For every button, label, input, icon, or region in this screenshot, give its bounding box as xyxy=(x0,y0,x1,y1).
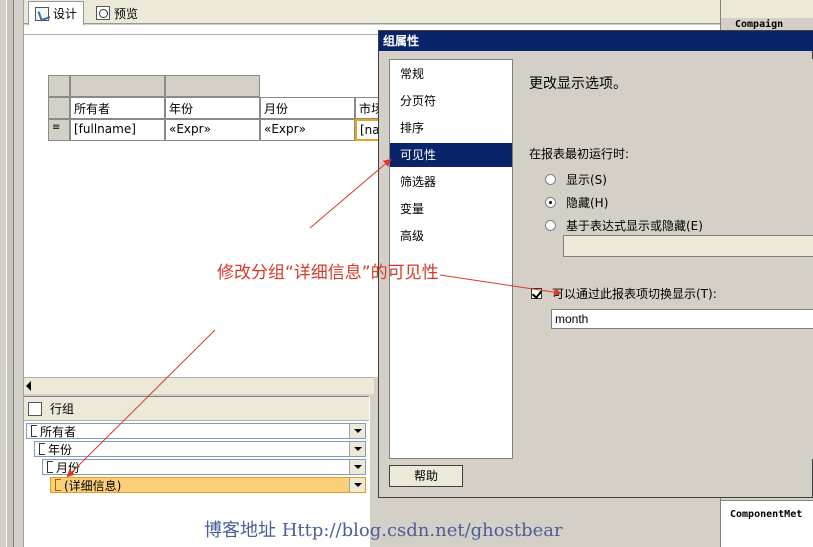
radio-expression-circle-icon[interactable] xyxy=(545,220,556,231)
horizontal-scrollbar[interactable] xyxy=(24,377,374,394)
nav-item-advanced[interactable]: 高级 xyxy=(390,224,512,248)
radio-hide-label: 隐藏(H) xyxy=(566,196,609,210)
radio-hide[interactable]: 隐藏(H) xyxy=(545,194,608,211)
nav-item-sorting[interactable]: 排序 xyxy=(390,116,512,140)
expression-input[interactable] xyxy=(563,235,813,257)
group-bracket-icon xyxy=(31,425,37,437)
scroll-left-arrow-icon[interactable] xyxy=(26,381,31,391)
group-item-label: (详细信息) xyxy=(64,478,122,493)
radio-show[interactable]: 显示(S) xyxy=(545,171,607,188)
tab-design-label: 设计 xyxy=(53,7,78,21)
chevron-down-icon[interactable] xyxy=(349,478,365,492)
radio-show-circle-icon[interactable] xyxy=(545,174,556,185)
preview-icon xyxy=(96,6,110,20)
nav-item-visibility[interactable]: 可见性 xyxy=(390,143,512,167)
initial-visibility-label: 在报表最初运行时: xyxy=(529,147,630,161)
radio-show-label: 显示(S) xyxy=(566,173,607,187)
group-item-label: 所有者 xyxy=(40,424,77,439)
help-button[interactable]: 帮助 xyxy=(389,465,463,487)
radio-hide-circle-icon[interactable] xyxy=(545,197,556,208)
tablix-corner[interactable] xyxy=(48,75,70,97)
row-groups-header: 行组 xyxy=(24,397,374,421)
radio-expression[interactable]: 基于表达式显示或隐藏(E) xyxy=(545,217,703,234)
row-groups-title: 行组 xyxy=(50,402,75,416)
group-item-month[interactable]: 月份 xyxy=(42,459,366,475)
header-cell[interactable]: 所有者 xyxy=(70,97,165,119)
visibility-page: 更改显示选项。 在报表最初运行时: 显示(S) 隐藏(H) 基于表达式显示或隐藏… xyxy=(515,59,813,459)
row-handle[interactable] xyxy=(48,97,70,119)
tab-preview[interactable]: 预览 xyxy=(90,2,144,24)
data-cell[interactable]: [fullname] xyxy=(70,119,165,141)
toggle-checkbox-label: 可以通过此报表项切换显示(T): xyxy=(552,287,717,301)
tab-design[interactable]: 设计 xyxy=(28,1,85,25)
group-item-owner[interactable]: 所有者 xyxy=(26,423,366,439)
annotation-text: 修改分组“详细信息”的可见性 xyxy=(217,263,439,283)
header-cell[interactable]: 月份 xyxy=(260,97,355,119)
panel-bottom: ComponentMet xyxy=(721,500,813,547)
blog-watermark: 博客地址 Http://blog.csdn.net/ghostbear xyxy=(204,520,563,541)
group-item-label: 年份 xyxy=(48,442,73,457)
panel-toolbar xyxy=(721,0,813,18)
left-window-edge xyxy=(0,0,24,547)
toggle-checkbox[interactable]: 可以通过此报表项切换显示(T): xyxy=(531,285,717,302)
toggle-item-combobox[interactable]: month xyxy=(551,309,813,329)
page-title: 更改显示选项。 xyxy=(529,76,627,92)
group-bracket-icon xyxy=(55,479,61,491)
group-bracket-icon xyxy=(47,461,53,473)
header-cell[interactable]: 年份 xyxy=(165,97,260,119)
group-item-label: 月份 xyxy=(56,460,81,475)
data-cell[interactable]: «Expr» xyxy=(165,119,260,141)
row-groups-icon xyxy=(28,401,42,416)
data-cell[interactable]: «Expr» xyxy=(260,119,355,141)
radio-expression-label: 基于表达式显示或隐藏(E) xyxy=(566,219,703,233)
group-item-year[interactable]: 年份 xyxy=(34,441,366,457)
dialog-title: 组属性 xyxy=(379,31,813,51)
tab-preview-label: 预览 xyxy=(114,6,139,21)
component-metadata-label: ComponentMet xyxy=(730,509,803,520)
nav-item-page-breaks[interactable]: 分页符 xyxy=(390,89,512,113)
chevron-down-icon[interactable] xyxy=(349,424,365,438)
designer-tab-bar: 设计 预览 xyxy=(24,0,720,25)
column-handle[interactable] xyxy=(165,75,260,97)
group-properties-dialog: 组属性 常规 分页符 排序 可见性 筛选器 变量 高级 更改显示选项。 在报表最… xyxy=(378,30,813,498)
checkbox-checked-icon[interactable] xyxy=(531,288,542,299)
dataset-item[interactable]: Compaign xyxy=(735,19,783,30)
nav-item-filters[interactable]: 筛选器 xyxy=(390,170,512,194)
detail-row-handle-icon[interactable]: ≡ xyxy=(48,119,70,141)
chevron-down-icon[interactable] xyxy=(349,460,365,474)
nav-item-variables[interactable]: 变量 xyxy=(390,197,512,221)
group-item-details[interactable]: (详细信息) xyxy=(50,477,366,493)
group-bracket-icon xyxy=(39,443,45,455)
chevron-down-icon[interactable] xyxy=(349,442,365,456)
column-handle[interactable] xyxy=(70,75,165,97)
design-icon xyxy=(35,6,49,21)
nav-item-general[interactable]: 常规 xyxy=(390,62,512,86)
